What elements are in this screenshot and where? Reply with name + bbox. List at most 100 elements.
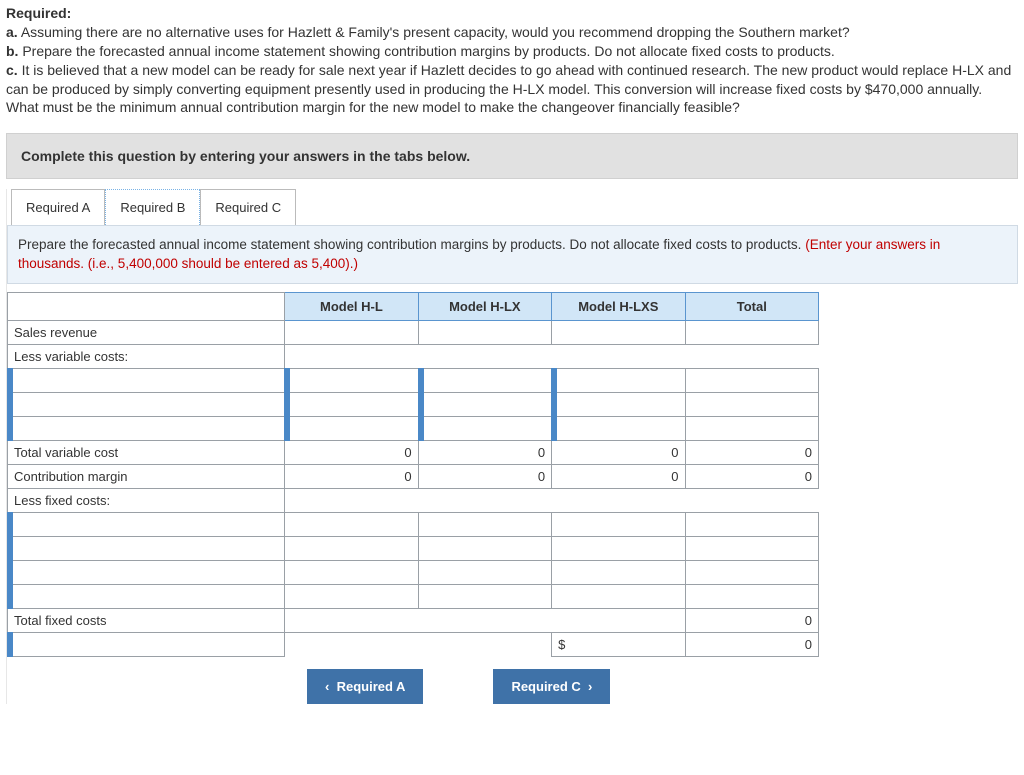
label-fixed-4[interactable] [8, 584, 285, 608]
cell-var-1-2[interactable] [418, 368, 551, 392]
cell-last-currency: $ [552, 632, 685, 656]
cell-var-3-3[interactable] [552, 416, 685, 440]
row-less-fixed: Less fixed costs: [8, 488, 819, 512]
next-label: Required C [511, 679, 580, 694]
cell-fixed-3-1[interactable] [285, 560, 418, 584]
cell-var-1-3[interactable] [552, 368, 685, 392]
cell-total-fixed-4: 0 [685, 608, 818, 632]
cell-fixed-4-2[interactable] [418, 584, 551, 608]
cell-var-3-1[interactable] [285, 416, 418, 440]
row-sales: Sales revenue [8, 320, 819, 344]
cell-var-3-4[interactable] [685, 416, 818, 440]
row-fixed-4 [8, 584, 819, 608]
cell-fixed-2-2[interactable] [418, 536, 551, 560]
cell-var-1-1[interactable] [285, 368, 418, 392]
tab-strip: Required A Required B Required C [11, 189, 1018, 225]
cell-fixed-2-4[interactable] [685, 536, 818, 560]
row-fixed-1 [8, 512, 819, 536]
cell-fixed-1-2[interactable] [418, 512, 551, 536]
col-header-2: Model H-LX [418, 292, 551, 320]
row-total-fixed: Total fixed costs 0 [8, 608, 819, 632]
label-fixed-3[interactable] [8, 560, 285, 584]
header-row: Model H-L Model H-LX Model H-LXS Total [8, 292, 819, 320]
label-contrib: Contribution margin [8, 464, 285, 488]
cell-var-2-2[interactable] [418, 392, 551, 416]
cell-fixed-2-1[interactable] [285, 536, 418, 560]
cell-fixed-4-3[interactable] [552, 584, 685, 608]
part-b-text: Prepare the forecasted annual income sta… [22, 43, 834, 59]
question-block: Required: a. Assuming there are no alter… [0, 0, 1024, 127]
label-total-fixed: Total fixed costs [8, 608, 285, 632]
label-fixed-1[interactable] [8, 512, 285, 536]
cell-total-var-1: 0 [285, 440, 418, 464]
col-header-3: Model H-LXS [552, 292, 685, 320]
tab-required-a[interactable]: Required A [11, 189, 105, 225]
chevron-right-icon: › [588, 679, 592, 694]
answer-grid: Model H-L Model H-LX Model H-LXS Total S… [7, 292, 819, 657]
cell-total-var-2: 0 [418, 440, 551, 464]
cell-fixed-3-4[interactable] [685, 560, 818, 584]
part-b-label: b. [6, 43, 18, 59]
part-a-label: a. [6, 24, 18, 40]
part-a-text: Assuming there are no alternative uses f… [21, 24, 850, 40]
answer-grid-wrap: Model H-L Model H-LX Model H-LXS Total S… [7, 292, 1018, 657]
cell-total-var-4: 0 [685, 440, 818, 464]
col-header-1: Model H-L [285, 292, 418, 320]
row-fixed-3 [8, 560, 819, 584]
part-c-text: It is believed that a new model can be r… [6, 62, 1011, 116]
tab-required-b[interactable]: Required B [105, 189, 200, 225]
row-contrib: Contribution margin 0 0 0 0 [8, 464, 819, 488]
answer-area: Required A Required B Required C Prepare… [6, 189, 1018, 703]
cell-var-2-4[interactable] [685, 392, 818, 416]
row-fixed-2 [8, 536, 819, 560]
label-fixed-2[interactable] [8, 536, 285, 560]
next-button[interactable]: Required C › [493, 669, 610, 704]
pane-prompt-main: Prepare the forecasted annual income sta… [18, 237, 801, 252]
cell-sales-2[interactable] [418, 320, 551, 344]
cell-fixed-4-1[interactable] [285, 584, 418, 608]
row-var-1 [8, 368, 819, 392]
cell-contrib-2: 0 [418, 464, 551, 488]
cell-sales-3[interactable] [552, 320, 685, 344]
cell-sales-1[interactable] [285, 320, 418, 344]
label-var-3[interactable] [8, 416, 285, 440]
cell-last-4: 0 [685, 632, 818, 656]
row-less-var: Less variable costs: [8, 344, 819, 368]
chevron-left-icon: ‹ [325, 679, 329, 694]
pane-prompt: Prepare the forecasted annual income sta… [7, 225, 1018, 283]
cell-fixed-3-3[interactable] [552, 560, 685, 584]
prev-button[interactable]: ‹ Required A [307, 669, 423, 704]
cell-total-var-3: 0 [552, 440, 685, 464]
cell-contrib-3: 0 [552, 464, 685, 488]
row-total-var: Total variable cost 0 0 0 0 [8, 440, 819, 464]
row-last: $ 0 [8, 632, 819, 656]
label-var-1[interactable] [8, 368, 285, 392]
cell-fixed-1-1[interactable] [285, 512, 418, 536]
cell-fixed-4-4[interactable] [685, 584, 818, 608]
label-last[interactable] [8, 632, 285, 656]
part-c-label: c. [6, 62, 18, 78]
cell-fixed-1-3[interactable] [552, 512, 685, 536]
cell-var-2-3[interactable] [552, 392, 685, 416]
cell-var-3-2[interactable] [418, 416, 551, 440]
label-less-fixed: Less fixed costs: [8, 488, 285, 512]
row-var-3 [8, 416, 819, 440]
label-less-var: Less variable costs: [8, 344, 285, 368]
required-heading: Required: [6, 5, 71, 21]
prev-label: Required A [337, 679, 406, 694]
nav-buttons: ‹ Required A Required C › [307, 669, 1018, 704]
instruction-bar: Complete this question by entering your … [6, 133, 1018, 179]
tab-required-c[interactable]: Required C [200, 189, 296, 225]
cell-sales-4[interactable] [685, 320, 818, 344]
cell-fixed-1-4[interactable] [685, 512, 818, 536]
cell-var-2-1[interactable] [285, 392, 418, 416]
cell-fixed-3-2[interactable] [418, 560, 551, 584]
cell-contrib-4: 0 [685, 464, 818, 488]
row-var-2 [8, 392, 819, 416]
label-sales: Sales revenue [8, 320, 285, 344]
cell-var-1-4[interactable] [685, 368, 818, 392]
label-var-2[interactable] [8, 392, 285, 416]
col-header-4: Total [685, 292, 818, 320]
cell-contrib-1: 0 [285, 464, 418, 488]
cell-fixed-2-3[interactable] [552, 536, 685, 560]
